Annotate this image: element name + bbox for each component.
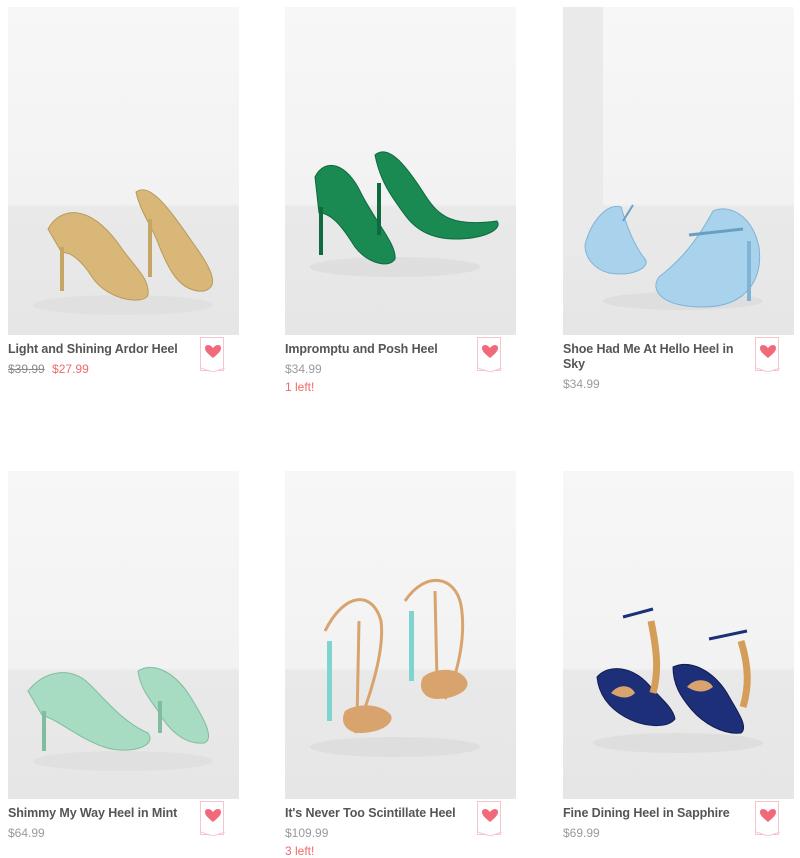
product-image[interactable] <box>8 471 239 799</box>
price-row: $109.99 <box>285 826 328 840</box>
price: $64.99 <box>8 826 45 840</box>
product-name[interactable]: It's Never Too Scintillate Heel <box>285 806 480 821</box>
price-row: $64.99 <box>8 826 45 840</box>
heart-icon <box>201 809 225 836</box>
product-name[interactable]: Impromptu and Posh Heel <box>285 342 480 357</box>
product-name[interactable]: Shoe Had Me At Hello Heel in Sky <box>563 342 758 372</box>
price-row: $34.99 <box>285 362 322 376</box>
wishlist-button[interactable] <box>200 337 225 372</box>
heart-icon <box>756 809 780 836</box>
wishlist-button[interactable] <box>477 801 502 836</box>
wishlist-button[interactable] <box>755 801 780 836</box>
price: $34.99 <box>563 377 600 391</box>
wishlist-button[interactable] <box>755 337 780 372</box>
heart-icon <box>478 809 502 836</box>
price-row: $39.99 $27.99 <box>8 362 89 376</box>
product-image[interactable] <box>285 471 516 799</box>
price: $109.99 <box>285 826 329 840</box>
price-row: $34.99 <box>563 377 600 391</box>
product-image[interactable] <box>563 7 794 335</box>
stock-alert: 1 left! <box>285 380 315 394</box>
price-row: $69.99 <box>563 826 600 840</box>
product-name[interactable]: Light and Shining Ardor Heel <box>8 342 203 357</box>
product-name[interactable]: Fine Dining Heel in Sapphire <box>563 806 758 821</box>
heart-icon <box>478 345 502 372</box>
heart-icon <box>201 345 225 372</box>
price: $69.99 <box>563 826 600 840</box>
product-image[interactable] <box>8 7 239 335</box>
product-name[interactable]: Shimmy My Way Heel in Mint <box>8 806 203 821</box>
price: $34.99 <box>285 362 322 376</box>
heart-icon <box>756 345 780 372</box>
sale-price: $27.99 <box>52 362 89 376</box>
original-price: $39.99 <box>8 362 45 376</box>
product-image[interactable] <box>563 471 794 799</box>
wishlist-button[interactable] <box>477 337 502 372</box>
wishlist-button[interactable] <box>200 801 225 836</box>
product-image[interactable] <box>285 7 516 335</box>
